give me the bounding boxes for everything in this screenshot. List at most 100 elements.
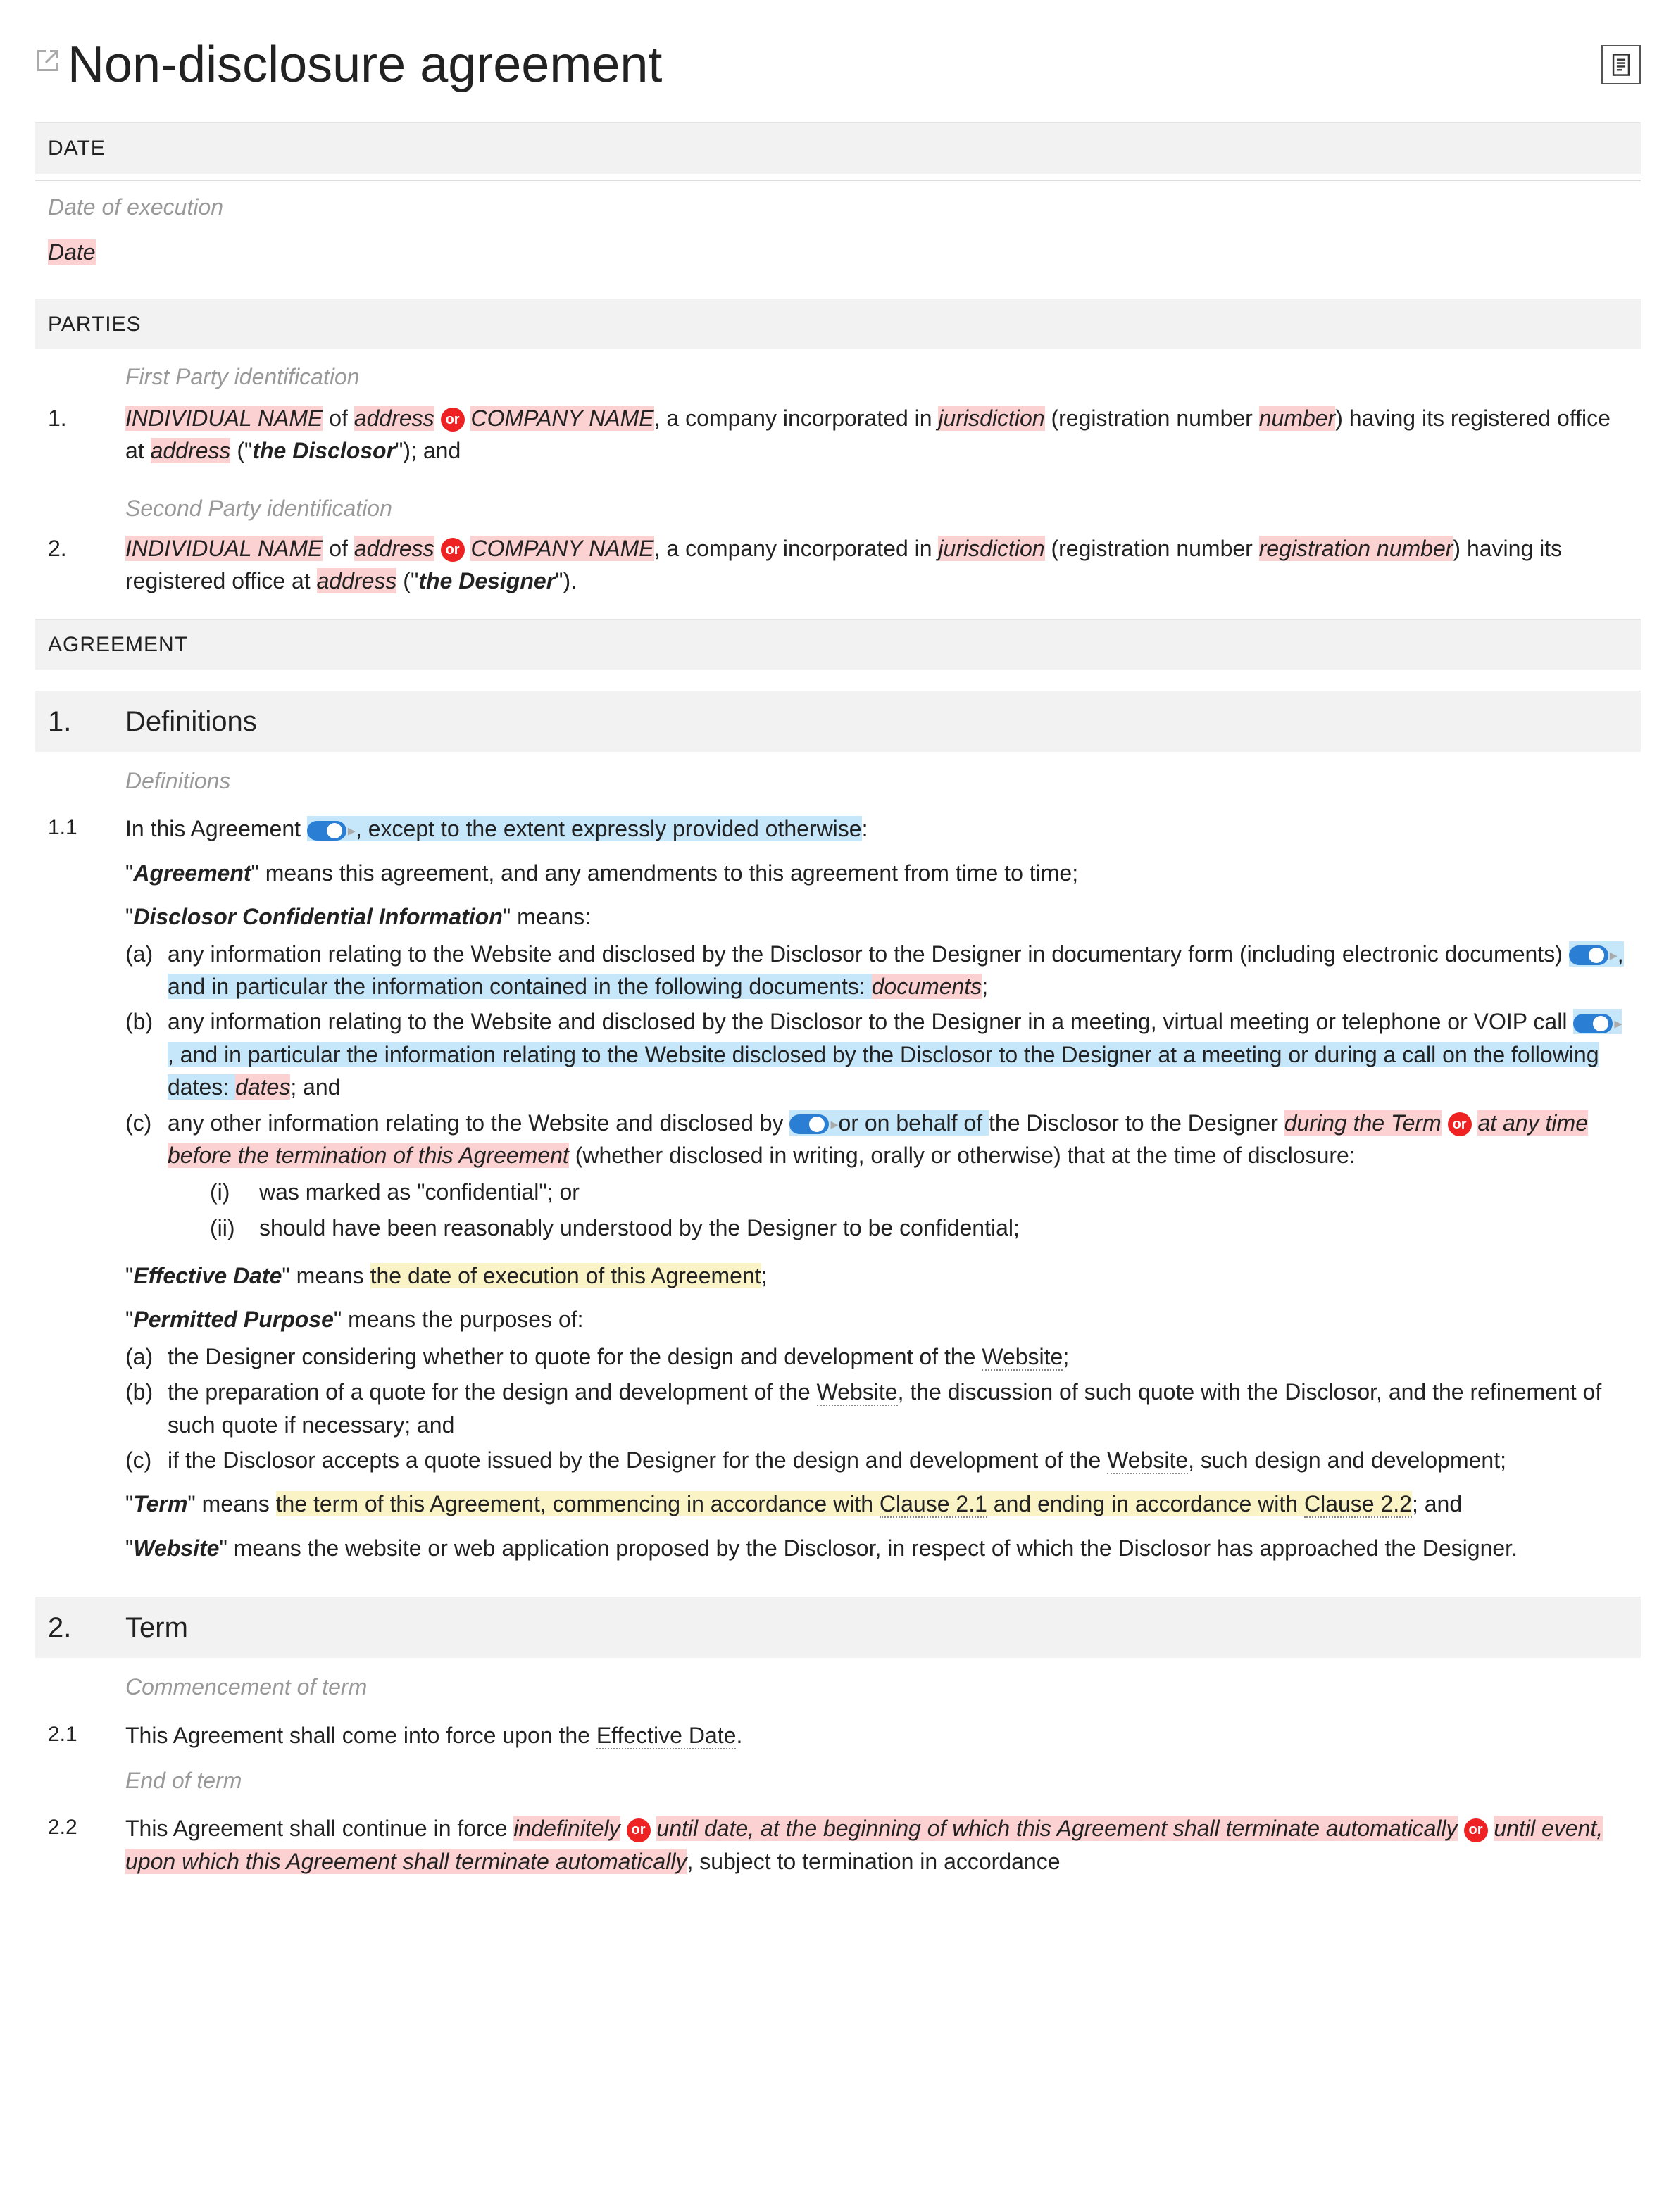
page-title: Non-disclosure agreement [68,28,662,101]
term-dci: Disclosor Confidential Information [133,904,502,929]
term-permitted-purpose: Permitted Purpose [133,1307,334,1332]
dci-c-i: (i)was marked as "confidential"; or [210,1176,1628,1208]
party-row-2-label: Second Party identification [35,488,1641,532]
text: or on behalf of [839,1110,989,1136]
term-agreement: Agreement [133,860,251,886]
placeholder-company-name-2[interactable]: COMPANY NAME [470,536,653,561]
party-2-label: Second Party identification [125,488,1628,532]
text: any information relating to the Website … [168,1009,1567,1034]
dci-c-roman: (i)was marked as "confidential"; or (ii)… [168,1176,1628,1244]
placeholder-jurisdiction-2[interactable]: jurisdiction [938,536,1044,561]
section-header-date: DATE [35,122,1641,174]
placeholder-address-1a[interactable]: address [354,406,434,431]
text: " [125,904,133,929]
alt-indefinitely[interactable]: indefinitely [513,1816,620,1841]
optional-effective-date[interactable]: the date of execution of this Agreement [370,1263,761,1288]
alt-during-term[interactable]: during the Term [1284,1110,1442,1136]
text: the Disclosor to the Designer [989,1110,1284,1136]
placeholder-regnum-2[interactable]: registration number [1259,536,1453,561]
or-bubble[interactable]: or [1464,1818,1488,1842]
link-website[interactable]: Website [982,1344,1063,1371]
toggle-switch[interactable]: ▸ [1573,1012,1622,1035]
text: , a company incorporated in [654,536,939,561]
placeholder-documents[interactable]: documents [872,974,982,999]
placeholder-address-1b[interactable]: address [151,438,231,463]
def-term: "Term" means the term of this Agreement,… [125,1488,1628,1520]
text: . [736,1723,742,1748]
text: ; [982,974,988,999]
clause-2-2-num: 2.2 [48,1812,125,1878]
placeholder-regnum-1[interactable]: number [1259,406,1336,431]
dci-a: (a) any information relating to the Webs… [125,938,1628,1003]
optional-term[interactable]: the term of this Agreement, commencing i… [276,1491,1412,1516]
party-2-content: INDIVIDUAL NAME of address or COMPANY NA… [125,532,1628,598]
text: the term of this Agreement, commencing i… [276,1491,880,1516]
dropdown-arrow-icon: ▸ [830,1113,838,1136]
pp-b-content: the preparation of a quote for the desig… [168,1376,1628,1441]
text: , a company incorporated in [654,406,939,431]
or-bubble[interactable]: or [627,1818,651,1842]
dci-c-content: any other information relating to the We… [168,1107,1628,1249]
term-label1-row: Commencement of term [35,1666,1641,1710]
link-effective-date[interactable]: Effective Date [596,1723,737,1749]
link-website[interactable]: Website [1107,1447,1188,1474]
link-website[interactable]: Website [817,1379,898,1406]
party-1-num [48,356,125,400]
text: " means the website or web application p… [219,1535,1517,1561]
pp-c: (c)if the Disclosor accepts a quote issu… [125,1444,1628,1476]
text: " means this agreement, and any amendmen… [251,860,1079,886]
text: ; [1063,1344,1069,1369]
placeholder-individual-name-1[interactable]: INDIVIDUAL NAME [125,406,323,431]
document-icon-button[interactable] [1601,45,1641,84]
text: " means the purposes of: [334,1307,584,1332]
list-marker: (a) [125,1340,168,1373]
text: , subject to termination in accordance [687,1849,1060,1874]
external-link-icon [35,48,61,82]
term-term: Term [133,1491,187,1516]
list-marker: (b) [125,1376,168,1441]
text: "); and [395,438,461,463]
placeholder-address-2a[interactable]: address [354,536,434,561]
placeholder-jurisdiction-1[interactable]: jurisdiction [938,406,1044,431]
clause-2-2-content: This Agreement shall continue in force i… [125,1812,1628,1878]
toggle-switch[interactable]: ▸ [1569,944,1618,967]
text: "). [555,568,577,593]
pp-a: (a)the Designer considering whether to q… [125,1340,1628,1373]
text: (registration number [1045,536,1259,561]
text: (registration number [1045,406,1259,431]
placeholder-date[interactable]: Date [48,239,96,265]
term-website: Website [133,1535,219,1561]
pp-a-content: the Designer considering whether to quot… [168,1340,1628,1373]
or-bubble[interactable]: or [441,408,465,432]
clause-1-num: 1. [48,701,125,742]
clause-2-num: 2. [48,1607,125,1648]
clause-2-title: Term [125,1607,188,1648]
alt-until-date[interactable]: until date, at the beginning of which th… [656,1816,1457,1841]
placeholder-individual-name-2[interactable]: INDIVIDUAL NAME [125,536,323,561]
placeholder-address-2b[interactable]: address [317,568,397,593]
toggle-switch[interactable]: ▸ [307,819,356,842]
toggle-switch[interactable]: ▸ [789,1113,838,1136]
text: of [323,536,354,561]
placeholder-dates[interactable]: dates [235,1074,290,1100]
clause-1-1-content: In this Agreement ▸, except to the exten… [125,812,1628,1576]
dci-c: (c) any other information relating to th… [125,1107,1628,1249]
placeholder-company-name-1[interactable]: COMPANY NAME [470,406,653,431]
date-value-row: Date [35,233,1641,277]
text: " means [282,1263,370,1288]
party-row-1: First Party identification [35,356,1641,400]
party-2-number: 2. [48,532,125,598]
party-row-1-body: 1. INDIVIDUAL NAME of address or COMPANY… [35,402,1641,467]
dropdown-arrow-icon: ▸ [1614,1012,1622,1035]
text: of [323,406,354,431]
link-clause-2-2[interactable]: Clause 2.2 [1304,1491,1412,1518]
pp-list: (a)the Designer considering whether to q… [125,1340,1628,1477]
text: " means: [503,904,591,929]
or-bubble[interactable]: or [441,538,465,562]
or-bubble[interactable]: or [1448,1112,1472,1136]
optional-dci-c1: ▸or on behalf of [789,1110,989,1136]
text: " [125,1307,133,1332]
link-clause-2-1[interactable]: Clause 2.1 [880,1491,987,1518]
placeholder-date-2: date [704,1816,748,1841]
end-of-term-label: End of term [125,1760,1628,1804]
